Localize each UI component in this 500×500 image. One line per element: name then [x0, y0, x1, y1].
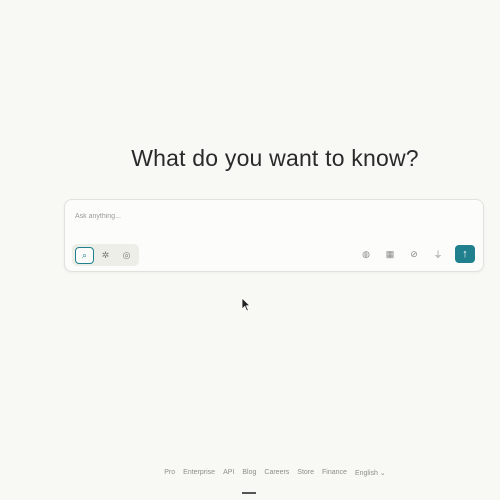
reasoning-icon: ✲ — [101, 249, 110, 260]
globe-button[interactable]: ◍ — [359, 245, 373, 263]
arrow-up-icon: ↑ — [462, 248, 468, 260]
research-icon: ◎ — [122, 249, 131, 260]
footer-link-store[interactable]: Store — [297, 469, 314, 477]
submit-button[interactable]: ↑ — [455, 245, 475, 263]
footer-link-api[interactable]: API — [223, 469, 234, 477]
footer-link-pro[interactable]: Pro — [164, 469, 175, 477]
mode-selector: ⌕ ✲ ◎ — [72, 244, 139, 266]
globe-icon: ◍ — [362, 248, 370, 259]
toolbar: ◍ ▦ ⊘ ⏚ ↑ — [359, 245, 475, 263]
footer-link-careers[interactable]: Careers — [264, 469, 289, 477]
footer-link-enterprise[interactable]: Enterprise — [183, 469, 215, 477]
footer-link-blog[interactable]: Blog — [242, 469, 257, 494]
search-input[interactable] — [75, 208, 465, 224]
attach-button[interactable]: ⊘ — [407, 245, 421, 263]
reasoning-mode-button[interactable]: ✲ — [96, 247, 115, 264]
research-mode-button[interactable]: ◎ — [117, 247, 136, 264]
footer-nav: Pro Enterprise API Blog Careers Store Fi… — [0, 469, 500, 494]
page-title: What do you want to know? — [131, 145, 419, 171]
mouse-cursor-icon — [241, 297, 251, 312]
footer-link-finance[interactable]: Finance — [322, 469, 347, 477]
search-box[interactable]: ⌕ ✲ ◎ ◍ ▦ ⊘ ⏚ ↑ — [64, 199, 484, 272]
search-mode-button[interactable]: ⌕ — [75, 246, 94, 264]
language-selector[interactable]: English ⌄ — [355, 469, 386, 477]
grid-button[interactable]: ▦ — [383, 245, 397, 263]
search-icon: ⌕ — [81, 249, 88, 260]
attach-icon: ⊘ — [410, 248, 418, 259]
page: What do you want to know? ⌕ ✲ ◎ ◍ ▦ ⊘ — [0, 0, 500, 500]
grid-icon: ▦ — [385, 248, 395, 259]
mic-icon: ⏚ — [433, 249, 443, 260]
mic-button[interactable]: ⏚ — [431, 245, 445, 263]
